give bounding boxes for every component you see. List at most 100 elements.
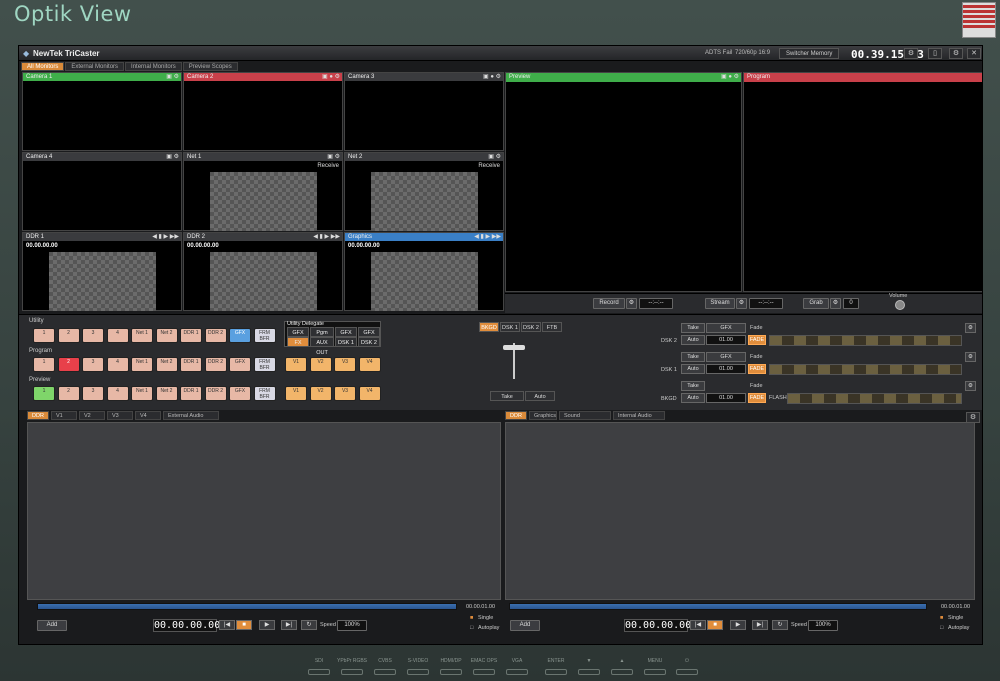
receive-dropdown[interactable]: Receive [478,163,500,169]
dsk-settings-gear-icon[interactable]: ⚙ [965,323,976,333]
dsk-fade-button[interactable]: FADE [748,335,766,345]
right-media-bin[interactable] [505,422,975,600]
right-play-icon[interactable]: ▶ [730,620,746,630]
format-mode[interactable]: 720/60p 16:9 [735,50,770,56]
dsk-auto-button[interactable]: Auto [681,393,705,403]
clock-settings-gear-icon[interactable]: ⚙ [904,48,918,59]
program-key-7[interactable]: DDR 1 [180,357,202,372]
right-speed-field[interactable]: 100% [808,620,838,631]
left-speed-field[interactable]: 100% [337,620,367,631]
preview-key-v1[interactable]: V1 [285,386,307,401]
right-scrub-bar[interactable] [509,603,927,610]
transition-dsk-2-button[interactable]: DSK 2 [521,322,541,332]
tab-preview-scopes[interactable]: Preview Scopes [182,62,238,71]
program-key-v3[interactable]: V3 [334,357,356,372]
dsk-duration-field[interactable]: 01.00 [706,335,746,345]
window-icon[interactable]: ▯ [928,48,942,59]
program-key-1[interactable]: 1 [33,357,55,372]
monitor-camera-3[interactable]: Camera 3 ▣ ● ⚙ [344,72,504,151]
close-icon[interactable]: ✕ [967,48,981,59]
utility-key-3[interactable]: 3 [82,328,104,343]
volume-knob[interactable] [895,300,905,310]
preview-key-10[interactable]: FRM BFR [253,386,276,401]
preview-key-2[interactable]: 2 [57,386,80,401]
right-next-icon[interactable]: ▶| [752,620,768,630]
hardware-button-12[interactable] [676,669,698,675]
dsk-take-button[interactable]: Take [681,381,705,391]
preview-key-4[interactable]: 4 [106,386,129,401]
hardware-button-5[interactable] [440,669,462,675]
monitor-settings-gear-icon[interactable]: ▣ ⚙ [166,73,179,80]
program-key-3[interactable]: 3 [82,357,104,372]
auto-button[interactable]: Auto [525,391,555,401]
hardware-button-4[interactable] [407,669,429,675]
left-autoplay-checkbox[interactable]: □ [470,625,473,631]
left-single-checkbox[interactable]: ■ [470,615,473,621]
grab-button[interactable]: Grab [803,298,829,309]
dsk-take-button[interactable]: Take [681,352,705,362]
monitor-transport-icons[interactable]: ◀ ▮ ▶ ▶▶ [474,233,501,240]
dsk-transition-strip[interactable] [787,393,962,404]
left-media-tab-2[interactable]: V1 [51,411,77,420]
tab-all-monitors[interactable]: All Monitors [21,62,65,71]
hardware-button-6[interactable] [473,669,495,675]
hardware-button-8[interactable] [545,669,567,675]
right-single-checkbox[interactable]: ■ [940,615,943,621]
settings-gear-icon[interactable]: ⚙ [949,48,963,59]
preview-key-7[interactable]: DDR 1 [180,386,202,401]
preview-settings-gear-icon[interactable]: ▣ ● ⚙ [721,73,739,80]
left-next-icon[interactable]: ▶| [281,620,297,630]
monitor-camera-4[interactable]: Camera 4 ▣ ⚙ [22,152,182,231]
transition-dsk-1-button[interactable]: DSK 1 [500,322,520,332]
right-media-tab-4[interactable]: Internal Audio [613,411,665,420]
dsk-auto-button[interactable]: Auto [681,335,705,345]
left-media-tab-1[interactable]: DDR 1 [27,411,49,428]
preview-key-v2[interactable]: V2 [309,386,332,401]
hardware-button-2[interactable] [341,669,363,675]
take-button[interactable]: Take [490,391,524,401]
left-add-button[interactable]: Add [37,620,67,631]
program-key-v1[interactable]: V1 [285,357,307,372]
left-media-tab-5[interactable]: V4 [135,411,161,420]
dsk-fade-button[interactable]: FADE [748,393,766,403]
preview-key-3[interactable]: 3 [82,386,104,401]
utility-key-8[interactable]: DDR 2 [204,328,227,343]
utility-key-2[interactable]: 2 [57,328,80,343]
receive-dropdown[interactable]: Receive [317,163,339,169]
t-bar-handle[interactable] [503,343,525,387]
grab-settings-gear-icon[interactable]: ⚙ [830,298,841,309]
delegate-gfx-button[interactable]: GFX [287,327,309,337]
monitor-transport-icons[interactable]: ◀ ▮ ▶ ▶▶ [152,233,179,240]
left-play-icon[interactable]: ▶ [259,620,275,630]
tab-internal-monitors[interactable]: Internal Monitors [125,62,182,71]
utility-key-1[interactable]: 1 [33,328,55,343]
dsk-take-button[interactable]: Take [681,323,705,333]
delegate-dsk-2-button[interactable]: DSK 2 [358,337,380,347]
monitor-ddr-2[interactable]: DDR 2 ◀ ▮ ▶ ▶▶ 00.00.00.00 [183,232,343,311]
monitor-camera-1[interactable]: Camera 1 ▣ ⚙ [22,72,182,151]
hardware-button-11[interactable] [644,669,666,675]
program-key-6[interactable]: Net 2 [155,357,178,372]
monitor-net-2[interactable]: Net 2 ▣ ⚙ Receive [344,152,504,231]
program-key-8[interactable]: DDR 2 [204,357,227,372]
monitor-ddr-1[interactable]: DDR 1 ◀ ▮ ▶ ▶▶ 00.00.00.00 [22,232,182,311]
utility-key-6[interactable]: Net 2 [155,328,178,343]
tab-external-monitors[interactable]: External Monitors [65,62,125,71]
monitor-net-1[interactable]: Net 1 ▣ ⚙ Receive [183,152,343,231]
preview-key-5[interactable]: Net 1 [131,386,153,401]
program-key-5[interactable]: Net 1 [131,357,153,372]
delegate-fx-button[interactable]: FX [287,337,309,347]
dsk-transition-strip[interactable] [769,335,962,346]
switcher-memory-button[interactable]: Switcher Memory [779,48,840,59]
utility-key-7[interactable]: DDR 1 [180,328,202,343]
preview-key-v4[interactable]: V4 [358,386,381,401]
monitor-settings-gear-icon[interactable]: ▣ ⚙ [488,153,501,160]
preview-key-6[interactable]: Net 2 [155,386,178,401]
left-media-tab-3[interactable]: V2 [79,411,105,420]
monitor-camera-2[interactable]: Camera 2 ▣ ● ⚙ [183,72,343,151]
delegate-gfx-button-3[interactable]: GFX [358,327,380,337]
monitor-graphics[interactable]: Graphics ◀ ▮ ▶ ▶▶ 00.00.00.00 [344,232,504,311]
left-loop-icon[interactable]: ↻ [301,620,317,630]
left-scrub-bar[interactable] [37,603,457,610]
utility-key-10[interactable]: FRM BFR [253,328,276,343]
